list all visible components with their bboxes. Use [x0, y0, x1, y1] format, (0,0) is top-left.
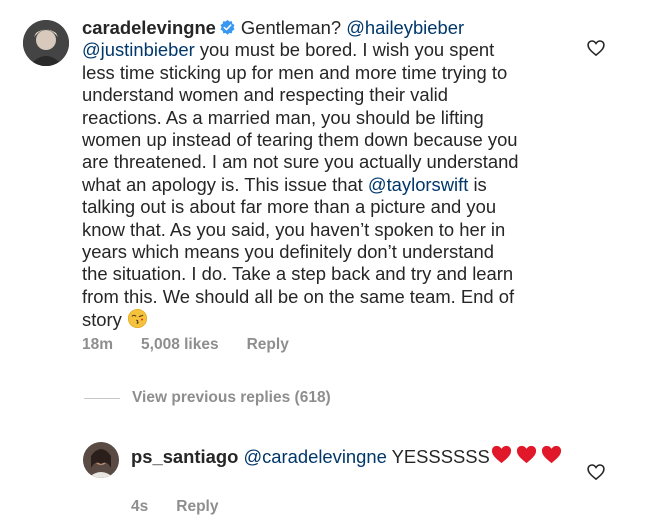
mention-link[interactable]: @haileybieber [346, 17, 464, 38]
reply-meta: 4s Reply [131, 498, 246, 516]
reply-reply-button[interactable]: Reply [176, 498, 218, 515]
comment-text-fragment: Gentleman? [240, 17, 347, 38]
comment-text-fragment: reactions. As a married man, you should … [82, 106, 484, 128]
comment-username[interactable]: caradelevingne [82, 17, 216, 38]
reply-body: ps_santiago @caradelevingne YESSSSSS [131, 443, 571, 471]
avatar-ps-santiago[interactable] [83, 442, 119, 478]
comment-likes[interactable]: 5,008 likes [141, 336, 219, 353]
replies-divider-line [84, 397, 120, 399]
comment-text-fragment: the situation. I do. Take a step back an… [82, 263, 514, 285]
mention-link[interactable]: @justinbieber [82, 39, 195, 60]
comment-text-fragment: story [82, 309, 127, 331]
comment-text-fragment: what an apology is. This issue that [82, 173, 368, 195]
comment-text-fragment: you must be bored. I wish you spent [194, 39, 495, 61]
comment-text-fragment: are threatened. I am not sure you actual… [82, 151, 519, 173]
comment-like-heart-icon[interactable] [586, 38, 606, 58]
reply-like-heart-icon[interactable] [586, 462, 606, 482]
comment-body: caradelevingne Gentleman? @haileybieber @j… [82, 17, 572, 335]
view-previous-replies-button[interactable]: View previous replies (618) [84, 389, 331, 407]
comment-reply-button[interactable]: Reply [247, 336, 289, 353]
comment-text-fragment: years which means you definitely don’t u… [82, 241, 494, 263]
red-heart-emoji [515, 443, 538, 471]
reply-mention-link[interactable]: @caradelevingne [243, 446, 386, 467]
comment-text-fragment: talking out is about far more than a pic… [82, 196, 497, 218]
avatar-caradelevingne[interactable] [23, 20, 69, 66]
view-replies-label[interactable]: View previous replies (618) [132, 389, 331, 407]
comment-text-fragment: know that. As you said, you haven’t spok… [82, 218, 506, 240]
comment-text-fragment: less time sticking up for men and more t… [82, 61, 508, 83]
verified-badge-icon [219, 19, 236, 36]
red-heart-emoji [540, 443, 563, 471]
kiss-emoji [127, 308, 148, 334]
reply-emojis [490, 445, 565, 467]
comment-text-fragment: understand women and respecting their va… [82, 84, 448, 106]
comment-time: 18m [82, 336, 114, 353]
comment-meta: 18m 5,008 likes Reply [82, 336, 317, 354]
reply-time: 4s [131, 498, 149, 515]
red-heart-emoji [490, 443, 513, 471]
comment-text-fragment: is [468, 173, 487, 195]
mention-link[interactable]: @taylorswift [368, 174, 468, 195]
comment-text: Gentleman? @haileybieber @justinbieber yo… [82, 17, 519, 330]
comment-text-fragment: from this. We should all be on the same … [82, 285, 515, 307]
reply-text: YESSSSSS [386, 446, 490, 467]
reply-username[interactable]: ps_santiago [131, 446, 238, 467]
comment-text-fragment: women up instead of tearing them down be… [82, 129, 518, 151]
